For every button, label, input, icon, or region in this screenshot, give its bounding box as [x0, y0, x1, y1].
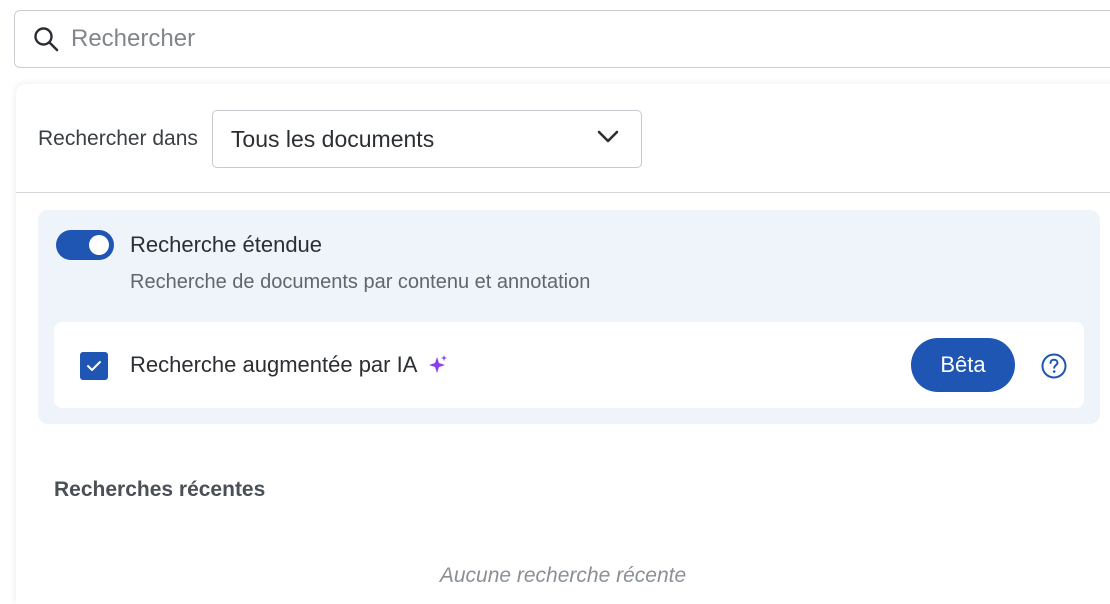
extended-search-toggle[interactable]: [56, 230, 114, 260]
search-input[interactable]: [69, 24, 973, 54]
extended-search-description: Recherche de documents par contenu et an…: [130, 271, 591, 293]
ai-search-label-wrap: Recherche augmentée par IA: [130, 352, 449, 378]
search-scope-dropdown[interactable]: Tous les documents: [211, 110, 642, 168]
search-scope-label: Rechercher dans: [38, 127, 198, 150]
recent-searches-title: Recherches récentes: [54, 478, 266, 501]
search-scope-row: Rechercher dans Tous les documents: [38, 110, 642, 168]
sparkle-icon: [427, 354, 449, 376]
check-icon: [87, 361, 101, 371]
beta-button[interactable]: Bêta: [911, 338, 1015, 392]
help-icon[interactable]: [1040, 352, 1068, 380]
search-bar[interactable]: [14, 10, 1110, 68]
divider: [16, 192, 1110, 193]
recent-searches-empty: Aucune recherche récente: [439, 564, 687, 587]
chevron-down-icon: [597, 130, 619, 149]
ai-search-checkbox[interactable]: [80, 352, 108, 380]
search-scope-selected: Tous les documents: [230, 125, 435, 152]
ai-search-card: Recherche augmentée par IA Bêta: [54, 322, 1084, 408]
ai-search-label: Recherche augmentée par IA: [130, 352, 418, 377]
search-options-panel: Rechercher dans Tous les documents Reche…: [16, 84, 1110, 604]
extended-search-title: Recherche étendue: [130, 232, 323, 257]
toggle-knob: [89, 235, 109, 255]
search-icon: [33, 26, 59, 52]
search-options-box: Recherche étendue Recherche de documents…: [38, 210, 1100, 424]
